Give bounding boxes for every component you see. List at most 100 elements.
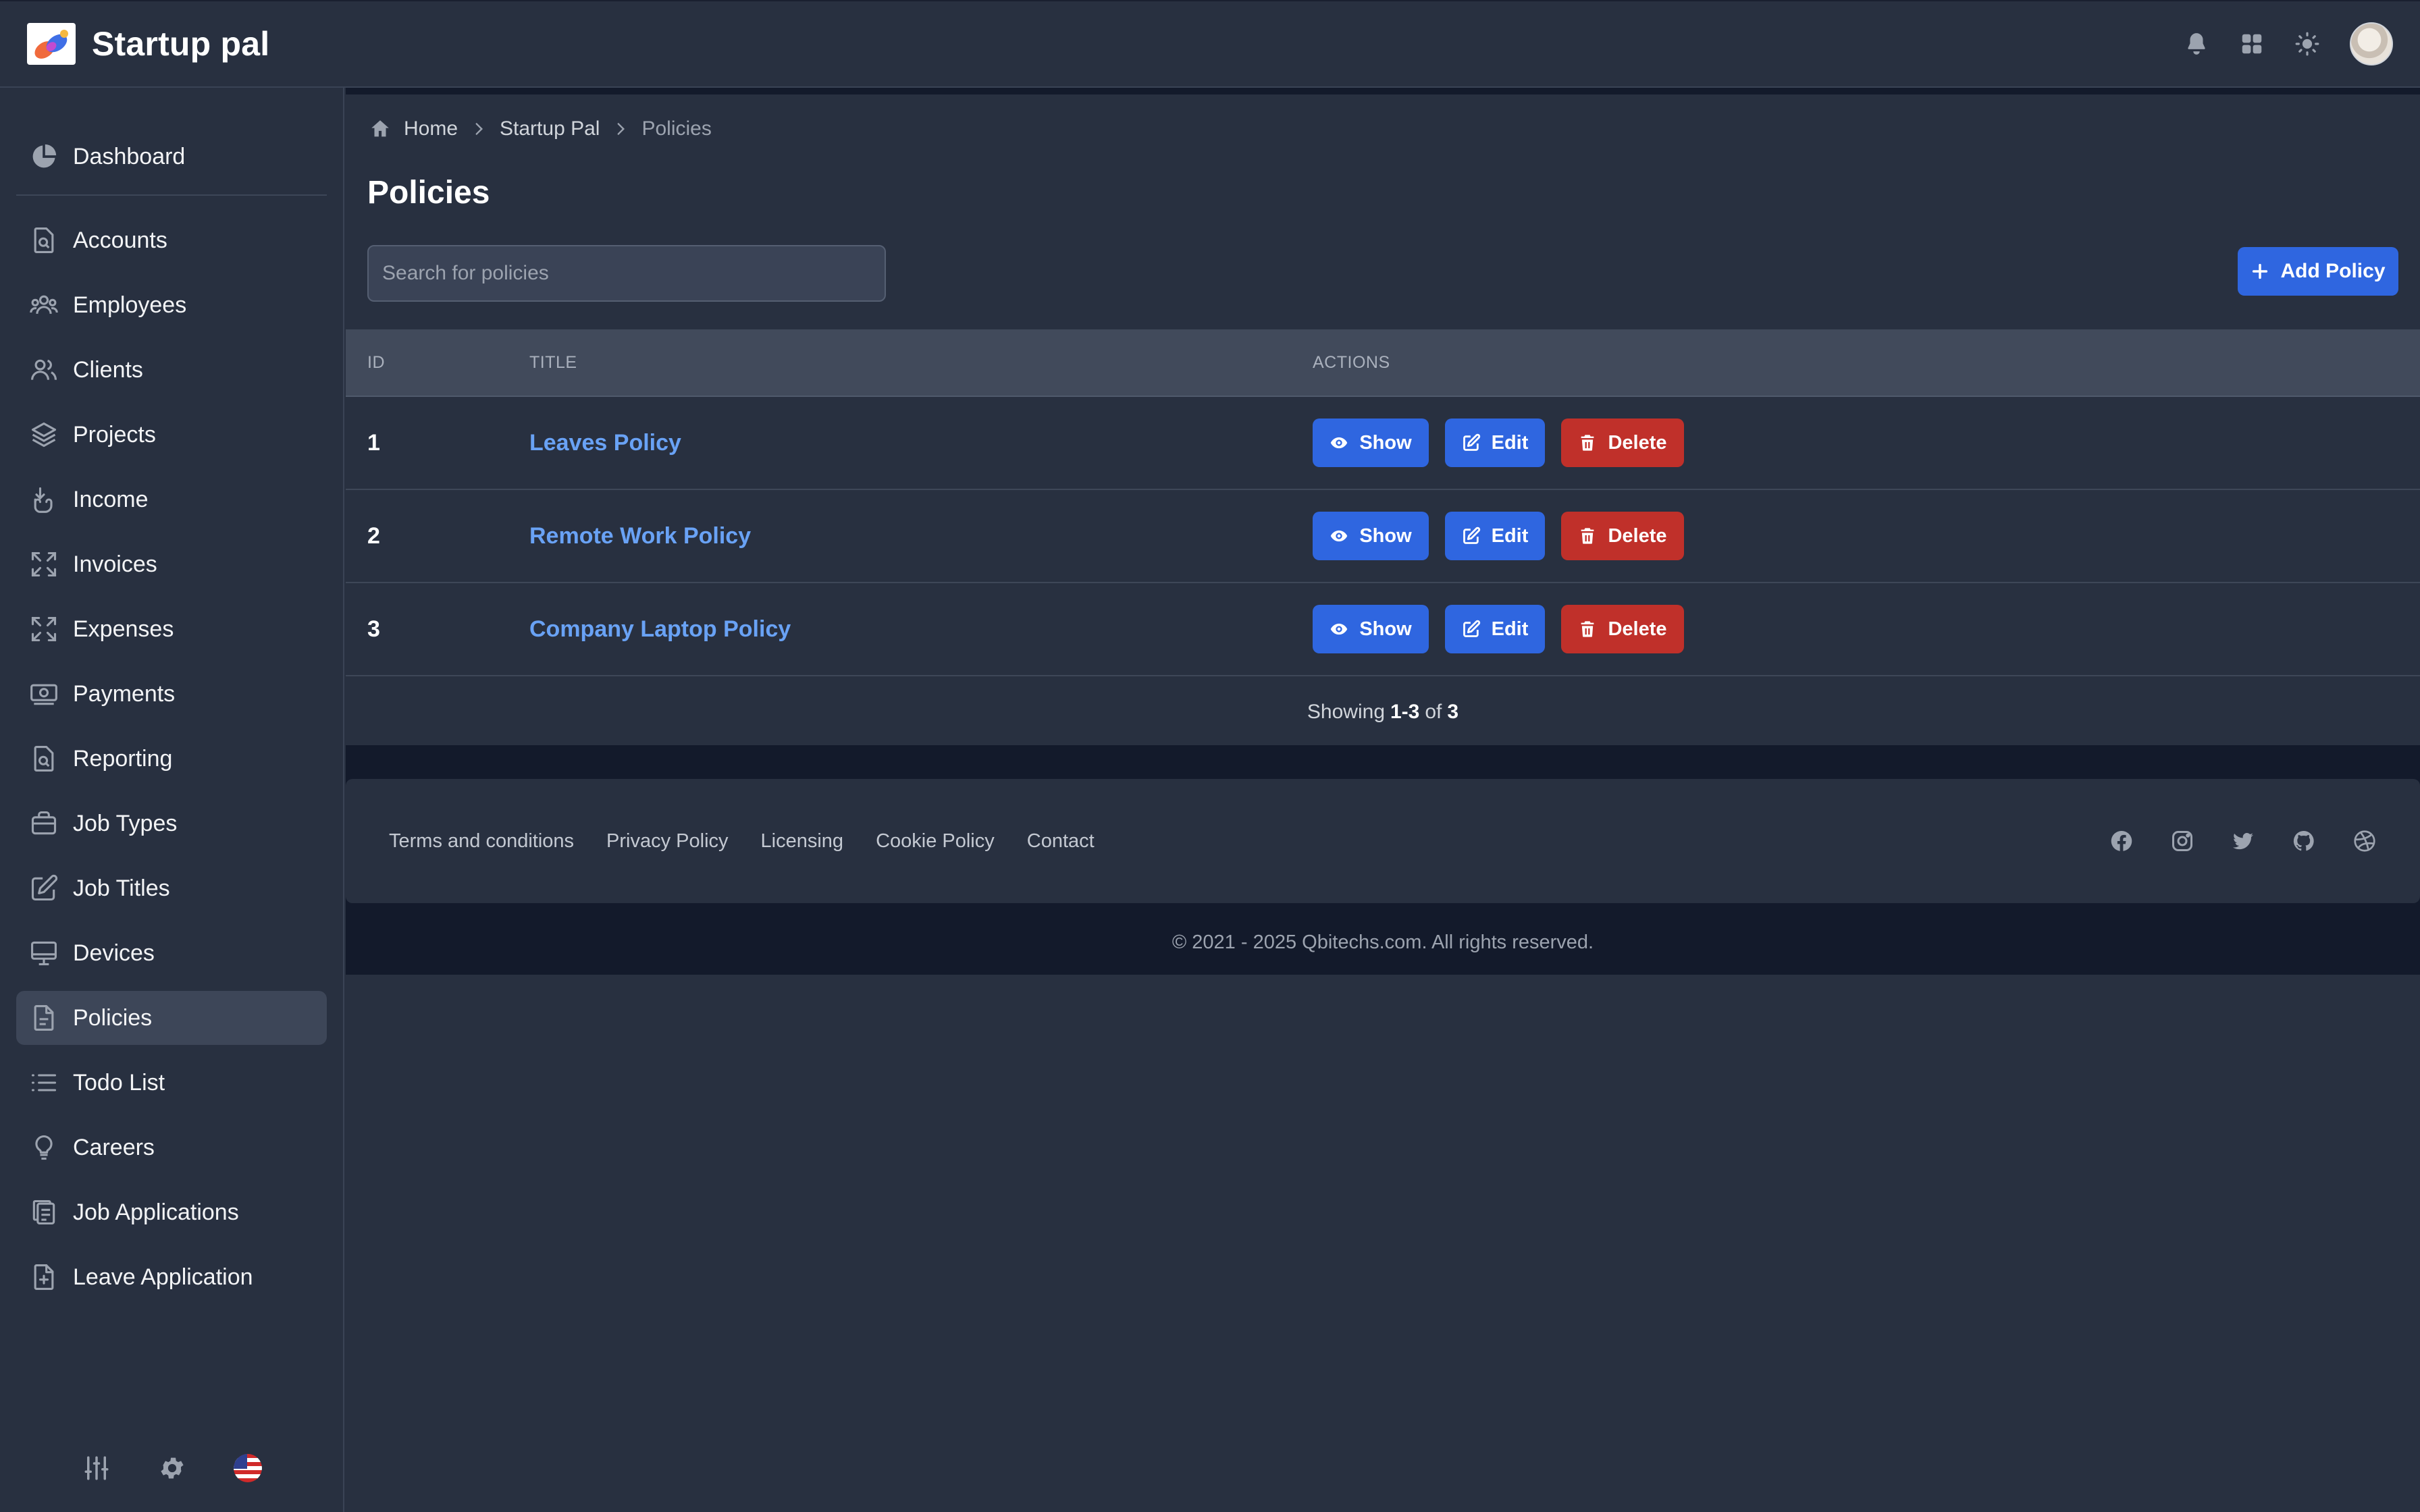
edit-label: Edit (1491, 524, 1529, 547)
footer-link-privacy[interactable]: Privacy Policy (606, 830, 729, 853)
home-icon[interactable] (369, 117, 392, 140)
footer-link-contact[interactable]: Contact (1027, 830, 1095, 853)
top-stripe (346, 88, 2420, 94)
sidebar-item-label: Todo List (73, 1069, 165, 1096)
desktop-icon (28, 938, 59, 969)
sidebar-item-job-applications[interactable]: Job Applications (16, 1185, 327, 1239)
show-button[interactable]: Show (1313, 512, 1429, 560)
trash-icon (1578, 620, 1597, 639)
sidebar-item-invoices[interactable]: Invoices (16, 537, 327, 591)
show-label: Show (1359, 618, 1412, 640)
chevron-right-icon (612, 120, 629, 138)
briefcase-icon (28, 808, 59, 839)
column-header-actions: ACTIONS (1313, 352, 1390, 372)
edit-button[interactable]: Edit (1445, 418, 1545, 467)
social-links (2109, 829, 2377, 853)
show-button[interactable]: Show (1313, 605, 1429, 653)
dribbble-icon[interactable] (2352, 829, 2377, 853)
sidebar-item-job-titles[interactable]: Job Titles (16, 861, 327, 915)
sidebar-item-dashboard[interactable]: Dashboard (16, 130, 327, 184)
chevron-right-icon (470, 120, 488, 138)
pagination-range: 1-3 (1390, 701, 1420, 723)
user-avatar[interactable] (2350, 22, 2393, 65)
breadcrumb-section[interactable]: Startup Pal (500, 117, 600, 140)
row-actions: Show Edit Delete (1313, 605, 1684, 653)
edit-button[interactable]: Edit (1445, 512, 1545, 560)
brand-logo (27, 23, 76, 65)
search-input[interactable] (367, 245, 886, 302)
brand[interactable]: Startup pal (27, 23, 269, 65)
list-icon (28, 1067, 59, 1098)
sun-icon[interactable] (2294, 31, 2320, 57)
us-flag-icon[interactable] (234, 1454, 262, 1482)
facebook-icon[interactable] (2109, 829, 2134, 853)
sliders-icon[interactable] (82, 1454, 111, 1482)
pencil-square-icon (28, 873, 59, 904)
edit-icon (1462, 433, 1481, 452)
pie-chart-icon (28, 141, 59, 172)
delete-button[interactable]: Delete (1561, 605, 1684, 653)
edit-label: Edit (1491, 431, 1529, 454)
sidebar-item-label: Dashboard (73, 143, 186, 169)
apps-grid-icon[interactable] (2239, 31, 2265, 57)
sidebar-item-label: Employees (73, 292, 187, 318)
sidebar-item-clients[interactable]: Clients (16, 343, 327, 397)
bell-icon[interactable] (2184, 31, 2209, 57)
document-search-icon (28, 743, 59, 774)
sidebar-item-label: Accounts (73, 227, 167, 253)
breadcrumb-home[interactable]: Home (404, 117, 458, 140)
sidebar-item-expenses[interactable]: Expenses (16, 602, 327, 656)
sidebar-item-label: Expenses (73, 616, 174, 642)
twitter-icon[interactable] (2231, 829, 2255, 853)
sidebar-item-label: Policies (73, 1004, 153, 1031)
gear-icon[interactable] (158, 1454, 186, 1482)
sidebar-item-payments[interactable]: Payments (16, 667, 327, 721)
sidebar-item-employees[interactable]: Employees (16, 278, 327, 332)
sidebar-item-projects[interactable]: Projects (16, 408, 327, 462)
sidebar-item-income[interactable]: Income (16, 473, 327, 526)
clipboard-copy-icon (28, 1197, 59, 1228)
header-actions (2184, 22, 2393, 65)
add-policy-label: Add Policy (2280, 260, 2386, 282)
sidebar-item-devices[interactable]: Devices (16, 926, 327, 980)
delete-label: Delete (1608, 618, 1667, 640)
sidebar-item-job-types[interactable]: Job Types (16, 796, 327, 850)
edit-label: Edit (1491, 618, 1529, 640)
sidebar-item-accounts[interactable]: Accounts (16, 213, 327, 267)
pagination-total: 3 (1447, 701, 1459, 723)
instagram-icon[interactable] (2170, 829, 2194, 853)
sidebar-item-policies[interactable]: Policies (16, 991, 327, 1045)
footer-link-cookie[interactable]: Cookie Policy (876, 830, 995, 853)
app-title: Startup pal (92, 25, 270, 63)
trash-icon (1578, 433, 1597, 452)
show-button[interactable]: Show (1313, 418, 1429, 467)
row-title-link[interactable]: Company Laptop Policy (529, 616, 791, 643)
copyright-text: © 2021 - 2025 Qbitechs.com. All rights r… (1172, 932, 1594, 953)
table-row: 1 Leaves Policy Show Edit Delete (346, 397, 2420, 490)
footer-link-terms[interactable]: Terms and conditions (389, 830, 574, 853)
pagination-prefix: Showing (1307, 701, 1385, 723)
sidebar-item-label: Invoices (73, 551, 157, 577)
sidebar-item-label: Projects (73, 421, 156, 448)
edit-icon (1462, 526, 1481, 545)
breadcrumb: Home Startup Pal Policies (369, 117, 712, 140)
footer-link-licensing[interactable]: Licensing (761, 830, 844, 853)
sidebar-item-careers[interactable]: Careers (16, 1120, 327, 1174)
row-title-link[interactable]: Leaves Policy (529, 430, 681, 456)
sidebar-item-label: Job Applications (73, 1199, 239, 1225)
delete-button[interactable]: Delete (1561, 512, 1684, 560)
sidebar-item-reporting[interactable]: Reporting (16, 732, 327, 786)
github-icon[interactable] (2292, 829, 2316, 853)
row-title-link[interactable]: Remote Work Policy (529, 523, 751, 549)
pagination-of: of (1425, 701, 1442, 723)
sidebar-item-leave-application[interactable]: Leave Application (16, 1250, 327, 1304)
table-row: 3 Company Laptop Policy Show Edit Delete (346, 583, 2420, 676)
eye-icon (1330, 526, 1348, 545)
sidebar-item-todo-list[interactable]: Todo List (16, 1056, 327, 1110)
delete-button[interactable]: Delete (1561, 418, 1684, 467)
row-id: 2 (367, 522, 380, 549)
edit-button[interactable]: Edit (1445, 605, 1545, 653)
add-policy-button[interactable]: Add Policy (2238, 247, 2398, 296)
sidebar-item-label: Devices (73, 940, 155, 966)
eye-icon (1330, 433, 1348, 452)
